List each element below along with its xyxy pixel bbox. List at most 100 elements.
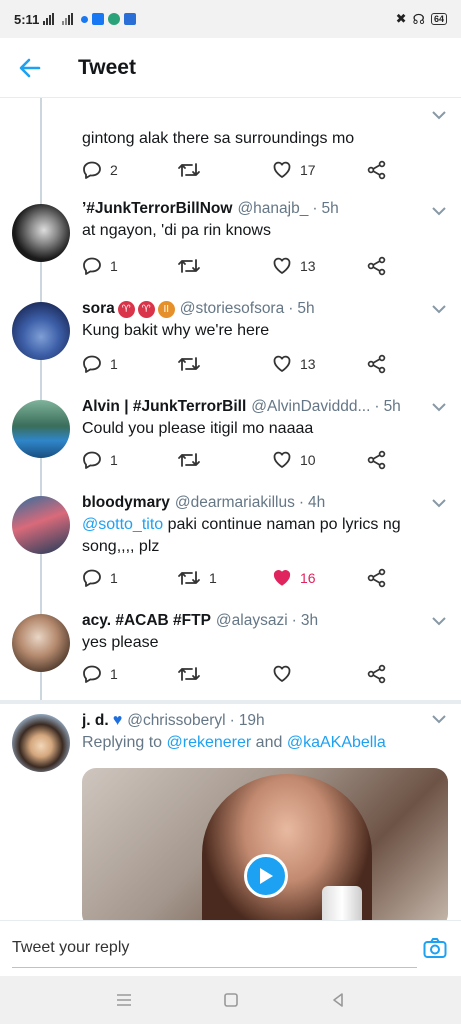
tweet-item[interactable]: ’#JunkTerrorBillNow @hanajb_ · 5h at ngayon…	[0, 196, 461, 294]
timestamp: 3h	[300, 612, 319, 629]
timestamp: 4h	[308, 494, 326, 511]
display-name[interactable]: acy. #ACAB #FTP	[82, 612, 211, 630]
mention-link[interactable]: @kaAKAbella	[287, 734, 386, 751]
reply-underline	[12, 967, 417, 968]
tweet-actions: 1	[82, 664, 402, 686]
tweet-text: Kung bakit why we're here	[82, 322, 270, 339]
like-count: 17	[300, 161, 316, 178]
tweet-thread: gintong alak there sa surroundings mo 2 …	[0, 98, 461, 920]
tweet-item[interactable]: Alvin | #JunkTerrorBill @AlvinDaviddd... ·…	[0, 392, 461, 488]
tweet-text: Could you please itigil mo naaaa	[82, 420, 314, 437]
back-arrow-icon	[19, 58, 41, 77]
tweet-actions: 1 10	[82, 450, 402, 472]
handle[interactable]: @storiesofsora	[180, 300, 284, 318]
back-button[interactable]	[0, 38, 60, 98]
reply-button[interactable]: 1	[82, 354, 118, 374]
reply-icon	[83, 161, 101, 179]
handle[interactable]: @chrissoberyl	[127, 712, 225, 730]
play-button[interactable]	[244, 854, 288, 898]
reply-button[interactable]: 1	[82, 256, 118, 276]
back-nav-icon[interactable]	[330, 992, 346, 1008]
tweet-item[interactable]: sora ♈ ♈ II @storiesofsora · 5h Kung bakit why…	[0, 294, 461, 392]
like-icon-liked	[273, 570, 291, 586]
handle[interactable]: @alaysazi	[216, 612, 288, 630]
status-bar: 5:11 ✖ ☊ 64	[0, 0, 461, 38]
retweet-icon	[178, 667, 200, 681]
share-button[interactable]	[367, 256, 387, 276]
avatar[interactable]	[12, 614, 70, 672]
share-button[interactable]	[367, 568, 387, 588]
mention-link[interactable]: @rekenerer	[167, 734, 252, 751]
retweet-button[interactable]	[177, 354, 209, 374]
like-count: 13	[300, 257, 316, 274]
replying-to: Replying to @rekenerer and @kaAKAbella	[82, 732, 447, 754]
timestamp: 19h	[238, 712, 265, 729]
share-icon	[367, 354, 386, 374]
reply-count: 1	[110, 258, 118, 274]
retweet-button[interactable]	[177, 664, 209, 684]
handle[interactable]: @dearmariakillus	[175, 494, 295, 512]
like-icon	[273, 355, 291, 372]
retweet-button[interactable]: 1	[177, 568, 217, 588]
retweet-button[interactable]	[177, 450, 209, 470]
dot-separator: ·	[312, 200, 318, 217]
avatar[interactable]	[12, 302, 70, 360]
status-time: 5:11	[14, 11, 40, 27]
retweet-button[interactable]	[177, 160, 209, 180]
like-button[interactable]: 13	[272, 354, 316, 373]
page-title: Tweet	[78, 55, 136, 79]
aries-emoji-icon: ♈	[117, 300, 135, 318]
reply-button[interactable]: 1	[82, 450, 118, 470]
reply-button[interactable]: 1	[82, 568, 118, 588]
camera-icon[interactable]	[423, 937, 447, 959]
dot-separator: ·	[291, 612, 297, 629]
avatar[interactable]	[12, 714, 70, 772]
signal-2-icon	[62, 13, 74, 25]
tweet-video[interactable]	[82, 768, 448, 920]
share-button[interactable]	[367, 450, 387, 470]
display-name[interactable]: sora	[82, 300, 115, 318]
reply-count: 1	[110, 356, 118, 372]
like-button[interactable]: 17	[272, 160, 316, 179]
tweet-item[interactable]: bloodymary @dearmariakillus · 4h @sotto_tit…	[0, 488, 461, 606]
tweet-item[interactable]: acy. #ACAB #FTP @alaysazi · 3h yes please 1	[0, 606, 461, 700]
reply-input[interactable]: Tweet your reply	[12, 939, 129, 957]
top-app-bar: Tweet	[0, 38, 461, 98]
share-button[interactable]	[367, 664, 387, 684]
avatar[interactable]	[12, 496, 70, 554]
like-count: 13	[300, 355, 316, 372]
reply-button[interactable]: 2	[82, 160, 118, 180]
like-button[interactable]: 13	[272, 256, 316, 275]
share-button[interactable]	[367, 160, 387, 180]
mention-link[interactable]: @sotto_tito	[82, 516, 163, 533]
reply-button[interactable]: 1	[82, 664, 118, 684]
avatar[interactable]	[12, 204, 70, 262]
menu-icon[interactable]	[115, 993, 133, 1007]
chevron-down-icon[interactable]	[431, 110, 447, 120]
display-name[interactable]: Alvin | #JunkTerrorBill	[82, 398, 246, 416]
retweet-icon	[178, 571, 200, 585]
display-name[interactable]: ’#JunkTerrorBillNow	[82, 200, 232, 218]
tweet-partial[interactable]: gintong alak there sa surroundings mo 2 …	[0, 98, 461, 196]
tweet-actions: 1 1 16	[82, 568, 402, 590]
retweet-button[interactable]	[177, 256, 209, 276]
avatar[interactable]	[12, 400, 70, 458]
battery-icon: 64	[430, 13, 447, 25]
timestamp: 5h	[383, 398, 401, 415]
replying-and: and	[255, 734, 283, 751]
share-button[interactable]	[367, 354, 387, 374]
like-button[interactable]	[272, 664, 300, 683]
handle[interactable]: @hanajb_	[237, 200, 308, 218]
like-icon	[273, 257, 291, 274]
replying-prefix: Replying to	[82, 734, 163, 751]
retweet-icon	[178, 259, 200, 273]
display-name[interactable]: j. d.	[82, 712, 109, 730]
display-name[interactable]: bloodymary	[82, 494, 170, 512]
home-icon[interactable]	[223, 992, 239, 1008]
play-icon	[260, 868, 273, 884]
reply-icon	[83, 451, 101, 469]
handle[interactable]: @AlvinDaviddd...	[251, 398, 370, 416]
like-button[interactable]: 10	[272, 450, 316, 469]
share-icon	[367, 160, 386, 180]
like-button[interactable]: 16	[272, 568, 316, 587]
